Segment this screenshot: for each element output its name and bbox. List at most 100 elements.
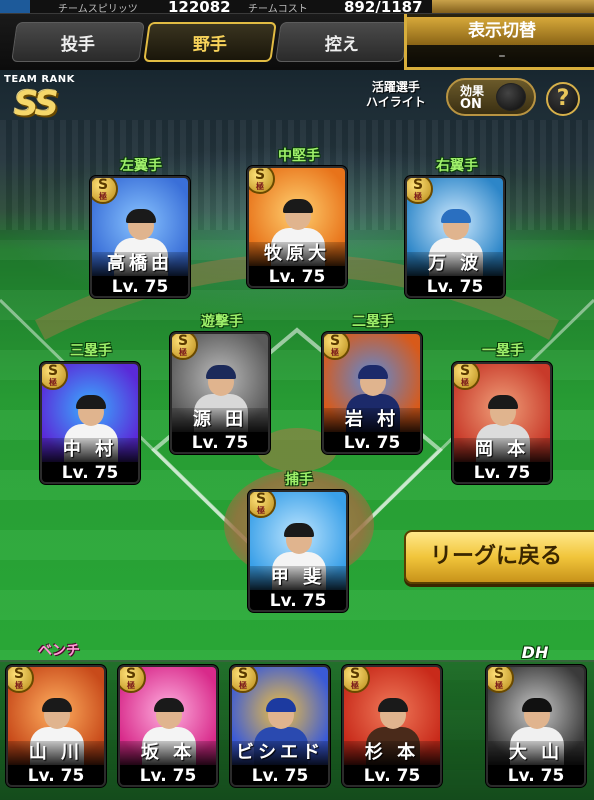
rarity-letter: S bbox=[255, 491, 267, 507]
player-card-rf[interactable]: S 極 万 波 Lv. 75 bbox=[405, 176, 505, 298]
tab-reserve[interactable]: 控え bbox=[275, 22, 409, 62]
rarity-letter: S bbox=[97, 177, 109, 193]
highlight-label-line1: 活躍選手 bbox=[371, 80, 420, 94]
tab-fielder-label: 野手 bbox=[193, 34, 227, 55]
player-card-2b[interactable]: S 極 岩 村 Lv. 75 bbox=[322, 332, 422, 454]
team-badge-icon bbox=[0, 0, 30, 13]
player-level: Lv. 75 bbox=[249, 266, 345, 286]
rarity-letter: S bbox=[177, 333, 189, 349]
rarity-sub: 極 bbox=[257, 506, 265, 515]
rarity-sub: 極 bbox=[414, 192, 422, 201]
help-icon[interactable]: ? bbox=[546, 82, 580, 116]
team-rank-value: SS bbox=[14, 84, 59, 124]
display-switch-value: – bbox=[498, 48, 506, 64]
position-label-ss: 遊撃手 bbox=[201, 314, 243, 330]
position-label-dh: DH bbox=[521, 643, 549, 662]
bench-card-1[interactable]: S 極 山 川 Lv. 75 bbox=[6, 665, 106, 787]
bench-card-2[interactable]: S 極 坂 本 Lv. 75 bbox=[118, 665, 218, 787]
rarity-sub: 極 bbox=[99, 192, 107, 201]
team-spirit-label: チームスピリッツ bbox=[58, 4, 138, 14]
effect-toggle[interactable]: 効果 ON bbox=[446, 78, 536, 116]
rarity-badge-icon: S 極 bbox=[8, 666, 34, 693]
player-level: Lv. 75 bbox=[324, 432, 420, 452]
rarity-badge-icon: S 極 bbox=[407, 177, 433, 204]
tab-fielder[interactable]: 野手 bbox=[143, 22, 277, 62]
rarity-badge-icon: S 極 bbox=[488, 667, 514, 693]
position-label-2b: 二塁手 bbox=[352, 314, 394, 330]
player-level: Lv. 75 bbox=[8, 765, 104, 785]
player-card-3b[interactable]: S 極 中 村 Lv. 75 bbox=[40, 362, 140, 484]
bench-card-3[interactable]: S 極 ビシエド Lv. 75 bbox=[230, 665, 330, 787]
player-card-cf[interactable]: S 極 牧原大 Lv. 75 bbox=[247, 166, 347, 288]
player-name: 甲 斐 bbox=[250, 566, 346, 590]
rarity-letter: S bbox=[329, 333, 341, 349]
rarity-sub: 極 bbox=[256, 182, 264, 191]
cap-icon bbox=[284, 523, 314, 537]
rarity-letter: S bbox=[459, 363, 471, 379]
player-level: Lv. 75 bbox=[454, 462, 550, 482]
bench-card-4[interactable]: S 極 杉 本 Lv. 75 bbox=[342, 665, 442, 787]
position-label-cf: 中堅手 bbox=[278, 148, 320, 164]
display-switch-title: 表示切替 bbox=[407, 17, 594, 45]
rarity-sub: 極 bbox=[351, 681, 359, 690]
cap-icon bbox=[378, 698, 408, 712]
player-card-dh[interactable]: S 極 大 山 Lv. 75 bbox=[486, 665, 586, 787]
rarity-badge-icon: S 極 bbox=[250, 491, 276, 518]
cap-icon bbox=[154, 698, 184, 712]
cap-icon bbox=[206, 365, 236, 379]
display-switch-button[interactable]: 表示切替 – bbox=[404, 14, 594, 70]
rarity-letter: S bbox=[237, 666, 249, 682]
rarity-badge-icon: S 極 bbox=[249, 167, 275, 194]
rarity-letter: S bbox=[13, 666, 25, 682]
highlight-label-line2: ハイライト bbox=[366, 95, 426, 109]
cap-icon bbox=[283, 199, 313, 213]
rarity-sub: 極 bbox=[495, 681, 503, 690]
cap-icon bbox=[266, 698, 296, 712]
player-level: Lv. 75 bbox=[488, 765, 584, 785]
bench-label: ベンチ bbox=[38, 643, 80, 659]
rarity-letter: S bbox=[47, 363, 59, 379]
rarity-sub: 極 bbox=[239, 681, 247, 690]
highlight-label: 活躍選手 ハイライト bbox=[366, 80, 426, 110]
rarity-badge-icon: S 極 bbox=[42, 363, 68, 390]
return-to-league-button[interactable]: リーグに戻る bbox=[404, 530, 594, 584]
rarity-letter: S bbox=[125, 666, 137, 682]
position-label-c: 捕手 bbox=[285, 472, 313, 488]
player-name: 杉 本 bbox=[344, 741, 440, 765]
rarity-sub: 極 bbox=[461, 378, 469, 387]
rarity-badge-icon: S 極 bbox=[344, 667, 370, 693]
player-name: 牧原大 bbox=[249, 242, 345, 266]
team-stats-bar: チームスピリッツ 122082 チームコスト 892/1187 bbox=[0, 0, 594, 14]
player-level: Lv. 75 bbox=[120, 765, 216, 785]
cap-icon bbox=[358, 365, 388, 379]
rarity-sub: 極 bbox=[127, 681, 135, 690]
top-right-button[interactable] bbox=[432, 0, 594, 13]
toggle-knob-icon bbox=[496, 83, 526, 111]
player-card-ss[interactable]: S 極 源 田 Lv. 75 bbox=[170, 332, 270, 454]
player-level: Lv. 75 bbox=[250, 590, 346, 610]
player-name: 万 波 bbox=[407, 252, 503, 276]
position-label-1b: 一塁手 bbox=[482, 343, 524, 359]
tab-pitcher-label: 投手 bbox=[61, 34, 95, 55]
player-level: Lv. 75 bbox=[344, 765, 440, 785]
player-card-c[interactable]: S 極 甲 斐 Lv. 75 bbox=[248, 490, 348, 612]
cap-icon bbox=[42, 698, 72, 712]
rarity-letter: S bbox=[254, 167, 266, 183]
rarity-badge-icon: S 極 bbox=[92, 177, 118, 204]
player-card-lf[interactable]: S 極 高橋由 Lv. 75 bbox=[90, 176, 190, 298]
rarity-badge-icon: S 極 bbox=[232, 666, 258, 693]
tab-pitcher[interactable]: 投手 bbox=[11, 22, 145, 62]
position-label-3b: 三塁手 bbox=[70, 343, 112, 359]
player-name: 中 村 bbox=[42, 438, 138, 462]
rarity-sub: 極 bbox=[179, 348, 187, 357]
cap-icon bbox=[441, 209, 471, 223]
position-label-rf: 右翼手 bbox=[436, 158, 478, 174]
player-level: Lv. 75 bbox=[172, 432, 268, 452]
rarity-badge-icon: S 極 bbox=[324, 333, 350, 360]
rarity-sub: 極 bbox=[15, 681, 23, 690]
player-level: Lv. 75 bbox=[232, 765, 328, 785]
player-card-1b[interactable]: S 極 岡 本 Lv. 75 bbox=[452, 362, 552, 484]
team-cost-label: チームコスト bbox=[248, 4, 308, 14]
rarity-letter: S bbox=[412, 177, 424, 193]
cap-icon bbox=[126, 209, 156, 223]
